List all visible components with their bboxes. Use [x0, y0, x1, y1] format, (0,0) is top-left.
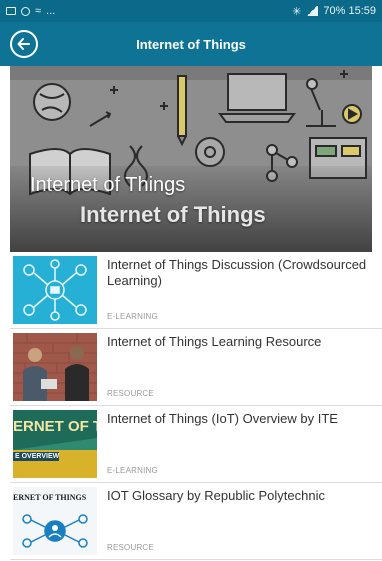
app-bar: Internet of Things: [0, 22, 382, 66]
thumbnail-caption: ERNET OF THINGS: [13, 493, 87, 502]
thumbnail-caption: ERNET OF T: [13, 418, 97, 435]
thumbnail-overview: ERNET OF T E OVERVIEW: [13, 410, 97, 478]
page-title: Internet of Things: [136, 36, 246, 52]
item-type-badge: RESOURCE: [107, 543, 154, 552]
back-button[interactable]: [10, 30, 38, 58]
bluetooth-icon: ✳: [292, 5, 302, 18]
thumbnail-iot-network: [13, 256, 97, 324]
item-title: Internet of Things Discussion (Crowdsour…: [107, 257, 367, 288]
thumbnail-people-photo: [13, 333, 97, 401]
item-type-badge: RESOURCE: [107, 389, 154, 398]
hero-subtitle: Internet of Things: [80, 202, 266, 227]
item-title: Internet of Things Learning Resource: [107, 334, 322, 349]
messenger-icon: [21, 6, 30, 16]
signal-icon: [306, 6, 319, 16]
resource-list: Internet of Things Discussion (Crowdsour…: [10, 252, 382, 560]
thumbnail-glossary: ERNET OF THINGS: [13, 487, 97, 555]
status-more: ...: [46, 5, 56, 17]
wifi-icon: ≈: [35, 5, 42, 17]
list-item[interactable]: ERNET OF T E OVERVIEW Internet of Things…: [10, 406, 382, 483]
hero-title: Internet of Things: [30, 174, 186, 196]
list-item[interactable]: ERNET OF THINGS IOT Glossary by Republic…: [10, 483, 382, 560]
thumbnail-caption-small: E OVERVIEW: [15, 453, 60, 460]
list-item[interactable]: Internet of Things Discussion (Crowdsour…: [10, 252, 382, 329]
back-arrow-icon: [17, 38, 30, 50]
status-bar: ≈ ... ✳ 70% 15:59: [0, 0, 382, 22]
item-title: IOT Glossary by Republic Polytechnic: [107, 488, 325, 503]
hero-banner: Internet of Things Internet of Things: [10, 66, 372, 252]
status-battery-time: 70% 15:59: [323, 5, 376, 17]
item-title: Internet of Things (IoT) Overview by ITE: [107, 411, 338, 426]
item-type-badge: E-LEARNING: [107, 466, 158, 475]
item-type-badge: E-LEARNING: [107, 312, 158, 321]
status-left: ≈ ...: [6, 5, 55, 17]
notification-icon: [6, 7, 16, 15]
status-right: ✳ 70% 15:59: [292, 5, 376, 18]
list-item[interactable]: Internet of Things Learning Resource RES…: [10, 329, 382, 406]
